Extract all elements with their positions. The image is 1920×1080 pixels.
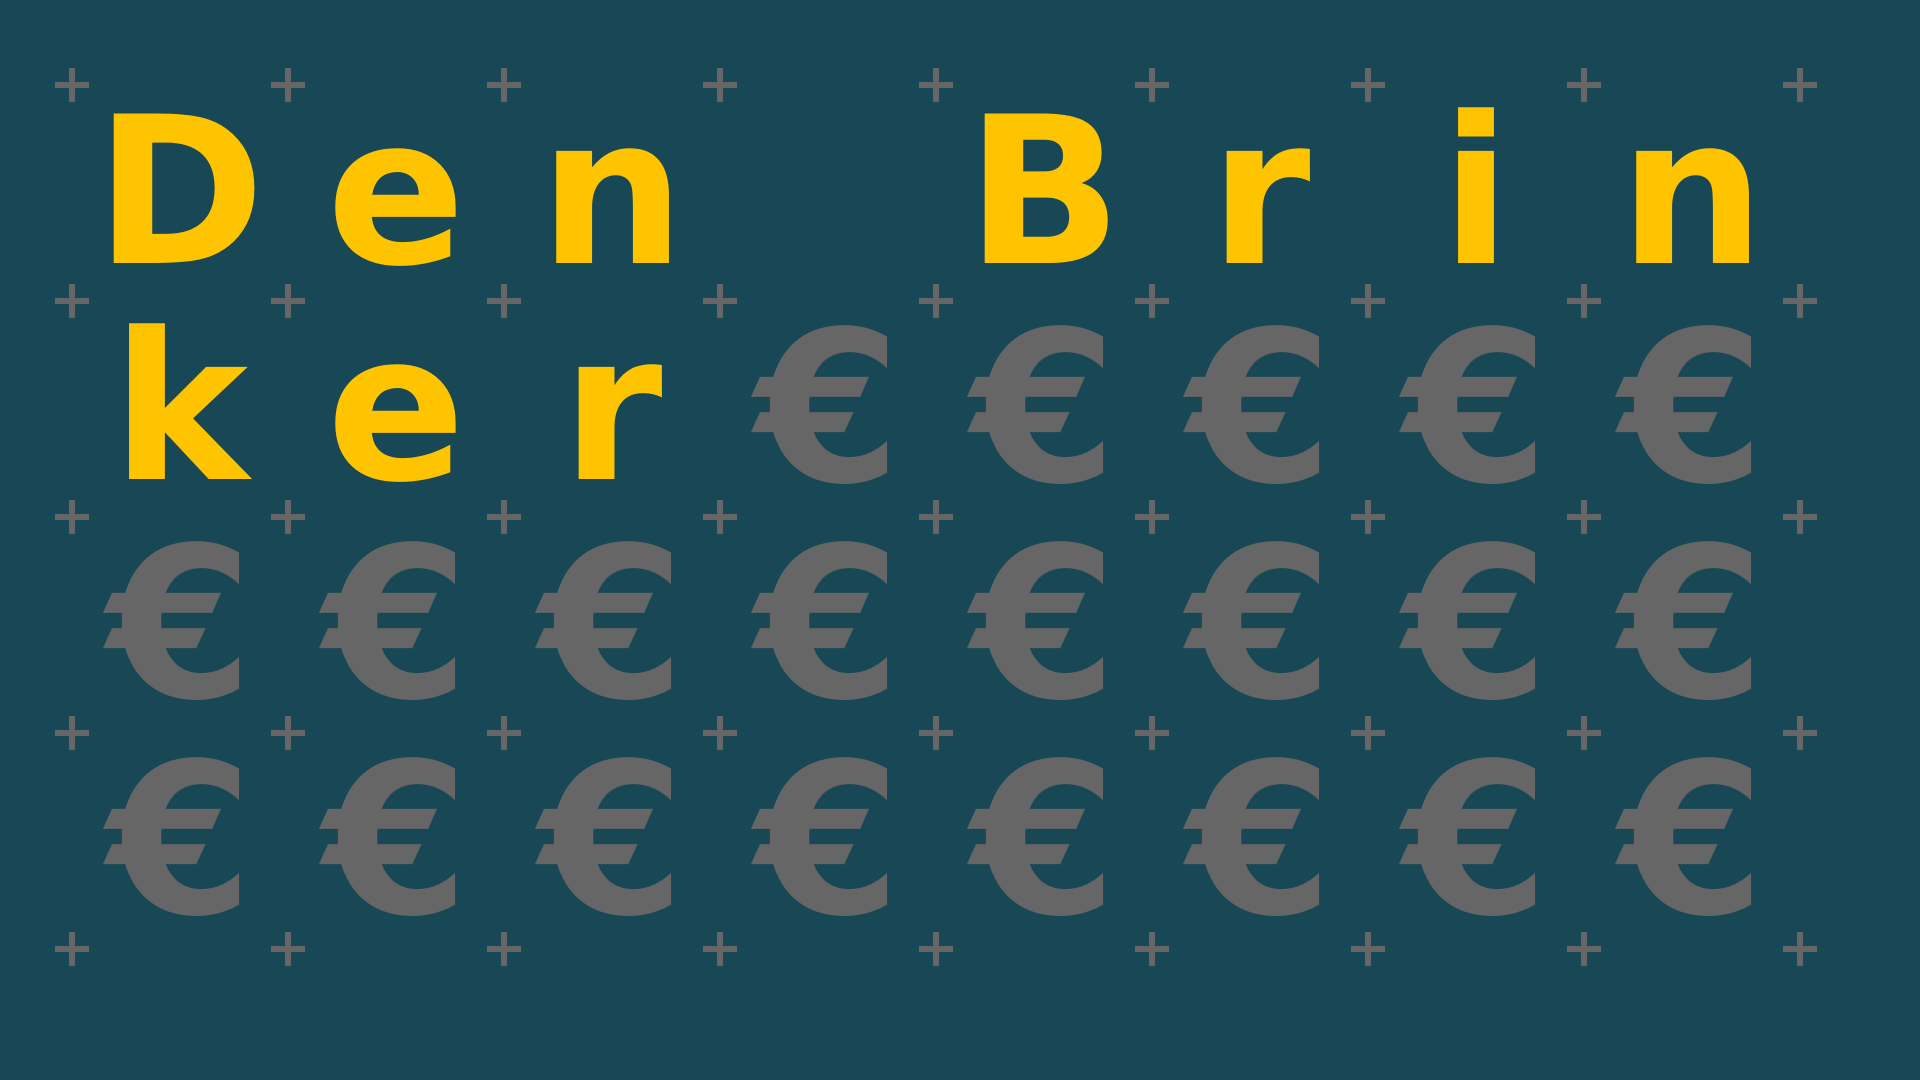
word-grid-graphic: De n Br i n k e r € € € € € € € € € € € € € € € € € € € € €	[0, 0, 1920, 1080]
euro-sign-icon: €	[970, 286, 1118, 531]
euro-sign-icon: €	[1402, 718, 1550, 963]
euro-sign-icon: €	[1402, 502, 1550, 747]
euro-sign-icon: €	[1618, 718, 1766, 963]
euro-sign-icon: €	[754, 502, 902, 747]
euro-sign-icon: €	[106, 718, 254, 963]
title-letter: n	[539, 73, 685, 312]
euro-sign-icon: €	[1618, 286, 1766, 531]
euro-sign-icon: €	[538, 718, 686, 963]
title-letter: r	[561, 289, 663, 528]
euro-sign-icon: €	[1186, 286, 1334, 531]
euro-sign-icon: €	[1186, 718, 1334, 963]
euro-sign-icon: €	[970, 718, 1118, 963]
euro-sign-icon: €	[754, 718, 902, 963]
title-letter: i	[1440, 73, 1512, 312]
title-letter: e	[326, 289, 466, 528]
euro-sign-icon: €	[1618, 502, 1766, 747]
title-letter: B	[965, 73, 1123, 312]
euro-sign-icon: €	[106, 502, 254, 747]
title-letter: n	[1619, 73, 1765, 312]
title-letter: e	[326, 73, 466, 312]
euro-sign-icon: €	[970, 502, 1118, 747]
title-letter: D	[94, 73, 266, 312]
euro-sign-icon: €	[538, 502, 686, 747]
euro-sign-icon: €	[1402, 286, 1550, 531]
euro-sign-icon: €	[754, 286, 902, 531]
title-letter: r	[1209, 73, 1311, 312]
title-letter: k	[111, 289, 249, 528]
empty-cell	[720, 85, 936, 301]
euro-sign-icon: €	[322, 502, 470, 747]
euro-sign-icon: €	[322, 718, 470, 963]
euro-sign-icon: €	[1186, 502, 1334, 747]
